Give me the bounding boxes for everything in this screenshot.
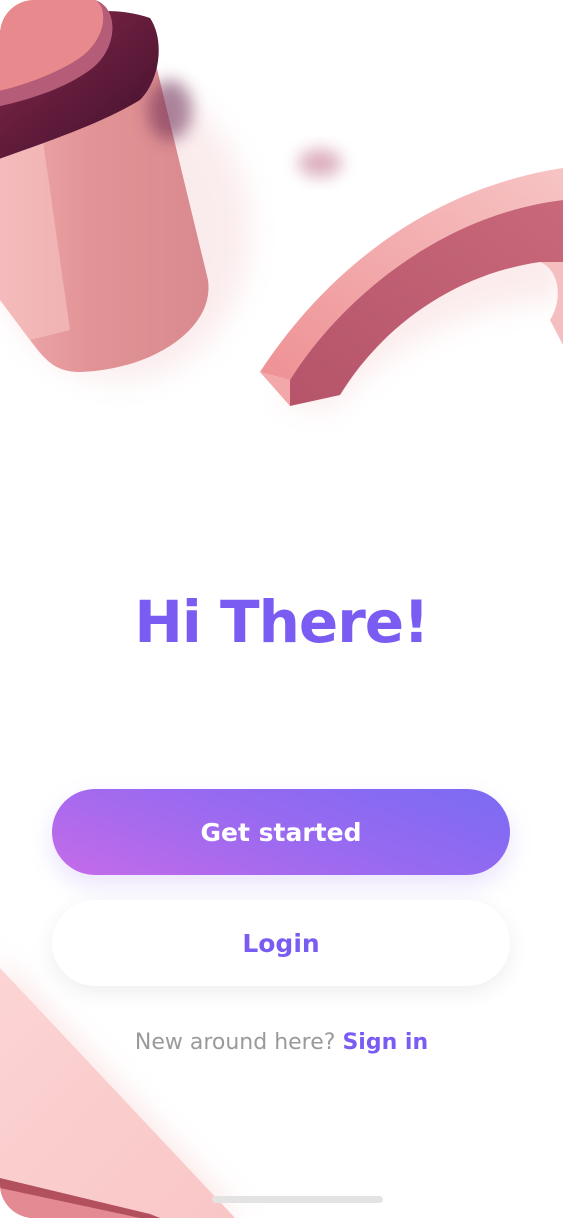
lid-blur — [148, 80, 192, 140]
welcome-title: Hi There! — [134, 588, 429, 656]
triangle-shadow — [0, 960, 240, 1218]
triangle-edge-light — [0, 1188, 140, 1218]
cup-lid-ring — [0, 0, 113, 107]
cup-lid-rim — [0, 10, 159, 159]
triangle-edge — [0, 1178, 160, 1218]
get-started-button[interactable]: Get started — [52, 789, 510, 875]
sign-in-link[interactable]: Sign in — [342, 1030, 428, 1055]
arc-right-end — [540, 262, 563, 345]
login-button[interactable]: Login — [52, 900, 510, 986]
arc-top — [260, 168, 563, 380]
cup-highlight — [0, 120, 70, 340]
cup-body — [0, 40, 209, 372]
arc-shadow — [280, 200, 563, 410]
cup-shadow — [0, 80, 250, 380]
get-started-label: Get started — [200, 817, 362, 847]
arc-side — [290, 200, 563, 406]
home-indicator — [212, 1196, 383, 1203]
login-label: Login — [242, 928, 320, 958]
blur-blob — [298, 149, 342, 177]
signup-prompt: New around here? Sign in — [0, 1030, 563, 1055]
welcome-screen: Hi There! Get started Login New around h… — [0, 0, 563, 1218]
arc-end — [260, 372, 290, 406]
signup-prompt-text: New around here? — [134, 1030, 336, 1055]
cup-lid-top — [0, 0, 104, 91]
triangle — [0, 968, 235, 1218]
